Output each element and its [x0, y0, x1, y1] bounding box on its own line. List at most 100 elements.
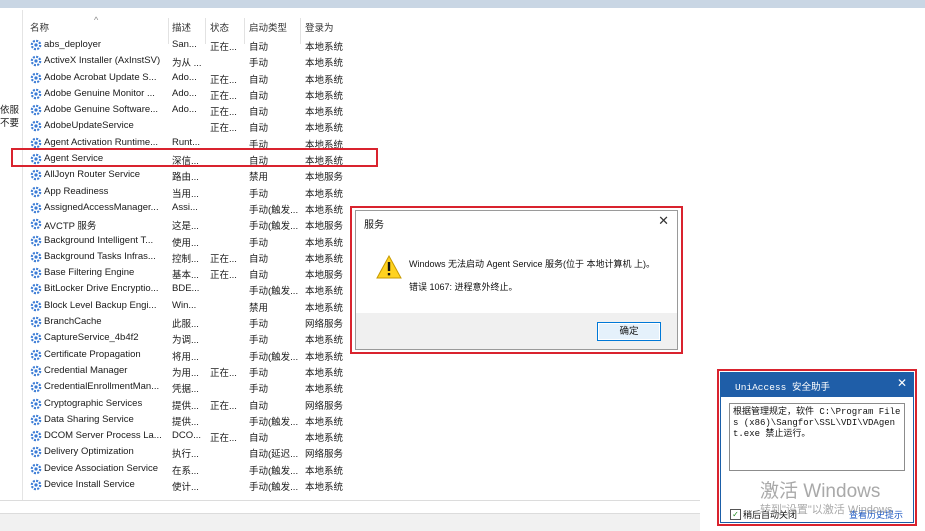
gear-icon	[30, 414, 42, 426]
service-startup-type: 自动	[249, 433, 269, 445]
service-name: DCOM Server Process La...	[44, 430, 162, 442]
auto-close-checkbox[interactable]: ✓	[730, 509, 741, 520]
service-name: CredentialEnrollmentMan...	[44, 381, 160, 393]
service-name: Certificate Propagation	[44, 348, 141, 360]
service-status: 正在...	[210, 42, 237, 53]
table-row[interactable]: Certificate Propagation 将用... 手动(触发... 本地系统	[30, 347, 360, 363]
table-row[interactable]: Base Filtering Engine 基本... 正在... 自动 本地服务	[30, 265, 360, 281]
close-icon[interactable]: ✕	[897, 376, 907, 390]
table-row[interactable]: App Readiness 当用... 手动 本地系统	[30, 184, 360, 200]
table-row[interactable]: Data Sharing Service 提供... 手动(触发... 本地系统	[30, 412, 360, 428]
table-row[interactable]: AssignedAccessManager... Assi... 手动(触发... 本…	[30, 200, 360, 216]
table-row[interactable]: Background Tasks Infras... 控制... 正在... 自动 本地…	[30, 249, 360, 265]
table-row[interactable]: abs_deployer San... 正在... 自动 本地系统	[30, 37, 360, 53]
service-name: ActiveX Installer (AxInstSV)	[44, 55, 161, 67]
pane-divider[interactable]	[22, 10, 23, 500]
service-logon-as: 本地系统	[305, 286, 344, 298]
service-description: 路由...	[172, 172, 199, 184]
table-row[interactable]: Background Intelligent T... 使用... 手动 本地系统	[30, 233, 360, 249]
service-description: 将用...	[172, 351, 199, 363]
service-logon-as: 本地系统	[305, 351, 344, 363]
service-name: Device Install Service	[44, 479, 135, 491]
service-logon-as: 本地系统	[305, 465, 344, 477]
service-name: Base Filtering Engine	[44, 267, 135, 279]
table-row[interactable]: DCOM Server Process La... DCO... 正在... 自动 本地…	[30, 428, 360, 444]
gear-icon	[30, 267, 42, 279]
service-logon-as: 网络服务	[305, 449, 344, 461]
error-dialog: 服务 ✕ Windows 无法启动 Agent Service 服务(位于 本地…	[355, 210, 678, 350]
table-row[interactable]: Block Level Backup Engi... Win... 禁用 本地系统	[30, 298, 360, 314]
dialog-error-code: 错误 1067: 进程意外终止。	[409, 282, 518, 292]
service-startup-type: 手动(触发...	[249, 416, 299, 428]
service-description: 凭据...	[172, 384, 199, 396]
service-description: 这是...	[172, 221, 199, 233]
service-startup-type: 自动	[249, 42, 269, 53]
service-startup-type: 自动	[249, 107, 269, 119]
table-row[interactable]: ActiveX Installer (AxInstSV) 为从 ... 手动 本地系统	[30, 53, 360, 69]
service-startup-type: 手动(触发...	[249, 286, 299, 298]
service-startup-type: 禁用	[249, 172, 269, 184]
service-startup-type: 手动(触发...	[249, 351, 299, 363]
gear-icon	[30, 39, 42, 51]
table-row[interactable]: Device Install Service 使计... 手动(触发... 本地系统	[30, 477, 360, 493]
dialog-footer: 确定	[356, 313, 677, 349]
gear-icon	[30, 447, 42, 458]
activation-watermark: 激活 Windows	[760, 481, 881, 502]
table-row[interactable]: CredentialEnrollmentMan... 凭据... 手动 本地系统	[30, 379, 360, 395]
table-row[interactable]: CaptureService_4b4f2 为调... 手动 本地系统	[30, 330, 360, 346]
table-row[interactable]: AllJoyn Router Service 路由... 禁用 本地服务	[30, 167, 360, 183]
service-logon-as: 网络服务	[305, 319, 344, 331]
table-row[interactable]: Credential Manager 为用... 正在... 手动 本地系统	[30, 363, 360, 379]
service-description: DCO...	[172, 430, 202, 442]
service-name: CaptureService_4b4f2	[44, 332, 139, 344]
service-status: 正在...	[210, 433, 237, 445]
table-row[interactable]: Adobe Genuine Software... Ado... 正在... 自动 本地…	[30, 102, 360, 118]
service-logon-as: 本地系统	[305, 433, 344, 445]
service-logon-as: 本地系统	[305, 188, 344, 200]
service-logon-as: 本地系统	[305, 123, 344, 135]
gear-icon	[30, 463, 42, 475]
gear-icon	[30, 186, 42, 197]
service-startup-type: 手动	[249, 367, 269, 379]
service-description: Ado...	[172, 71, 197, 83]
gear-icon	[30, 72, 42, 83]
table-row[interactable]: Adobe Acrobat Update S... Ado... 正在... 自动 本地…	[30, 70, 360, 86]
gear-icon	[30, 55, 42, 67]
table-row[interactable]: BranchCache 此服... 手动 网络服务	[30, 314, 360, 330]
table-row[interactable]: AdobeUpdateService 正在... 自动 本地系统	[30, 118, 360, 134]
service-description: 为从 ...	[172, 58, 202, 70]
table-row[interactable]: Adobe Genuine Monitor ... Ado... 正在... 自动 本地…	[30, 86, 360, 102]
service-status: 正在...	[210, 74, 237, 86]
service-logon-as: 本地服务	[305, 221, 344, 233]
column-header-startup-type[interactable]: 启动类型	[249, 20, 287, 34]
table-row[interactable]: AVCTP 服务 这是... 手动(触发... 本地服务	[30, 216, 360, 232]
table-row[interactable]: BitLocker Drive Encryptio... BDE... 手动(触发.…	[30, 281, 360, 297]
table-row[interactable]: Delivery Optimization 执行... 自动(延迟... 网络服务	[30, 444, 360, 460]
left-fragment-line-1: 依服	[0, 105, 20, 116]
gear-icon	[30, 121, 42, 132]
column-header-name[interactable]: 名称	[30, 20, 49, 34]
close-icon[interactable]: ✕	[658, 213, 669, 229]
service-name: AVCTP 服务	[44, 221, 97, 233]
gear-icon	[30, 349, 42, 360]
service-startup-type: 手动(触发...	[249, 204, 299, 216]
service-startup-type: 手动	[249, 237, 269, 249]
service-startup-type: 手动(触发...	[249, 482, 299, 494]
service-name: BitLocker Drive Encryptio...	[44, 283, 159, 295]
column-header-description[interactable]: 描述	[172, 20, 191, 34]
table-row[interactable]: Cryptographic Services 提供... 正在... 自动 网络服务	[30, 396, 360, 412]
gear-icon	[30, 137, 42, 149]
column-header-status[interactable]: 状态	[210, 20, 229, 34]
service-startup-type: 禁用	[249, 302, 269, 314]
service-startup-type: 手动	[249, 384, 269, 396]
table-row[interactable]: Device Association Service 在系... 手动(触发... 本…	[30, 461, 360, 477]
sort-ascending-icon: ^	[94, 15, 99, 25]
left-fragment-line-2: 不要	[0, 118, 20, 129]
service-logon-as: 本地系统	[305, 237, 344, 249]
popup-titlebar: UniAccess 安全助手 ✕	[721, 373, 913, 397]
column-header-logon-as[interactable]: 登录为	[305, 20, 334, 34]
service-status: 正在...	[210, 400, 237, 412]
gear-icon	[30, 251, 42, 263]
ok-button[interactable]: 确定	[597, 322, 661, 341]
service-description: 控制...	[172, 253, 199, 265]
